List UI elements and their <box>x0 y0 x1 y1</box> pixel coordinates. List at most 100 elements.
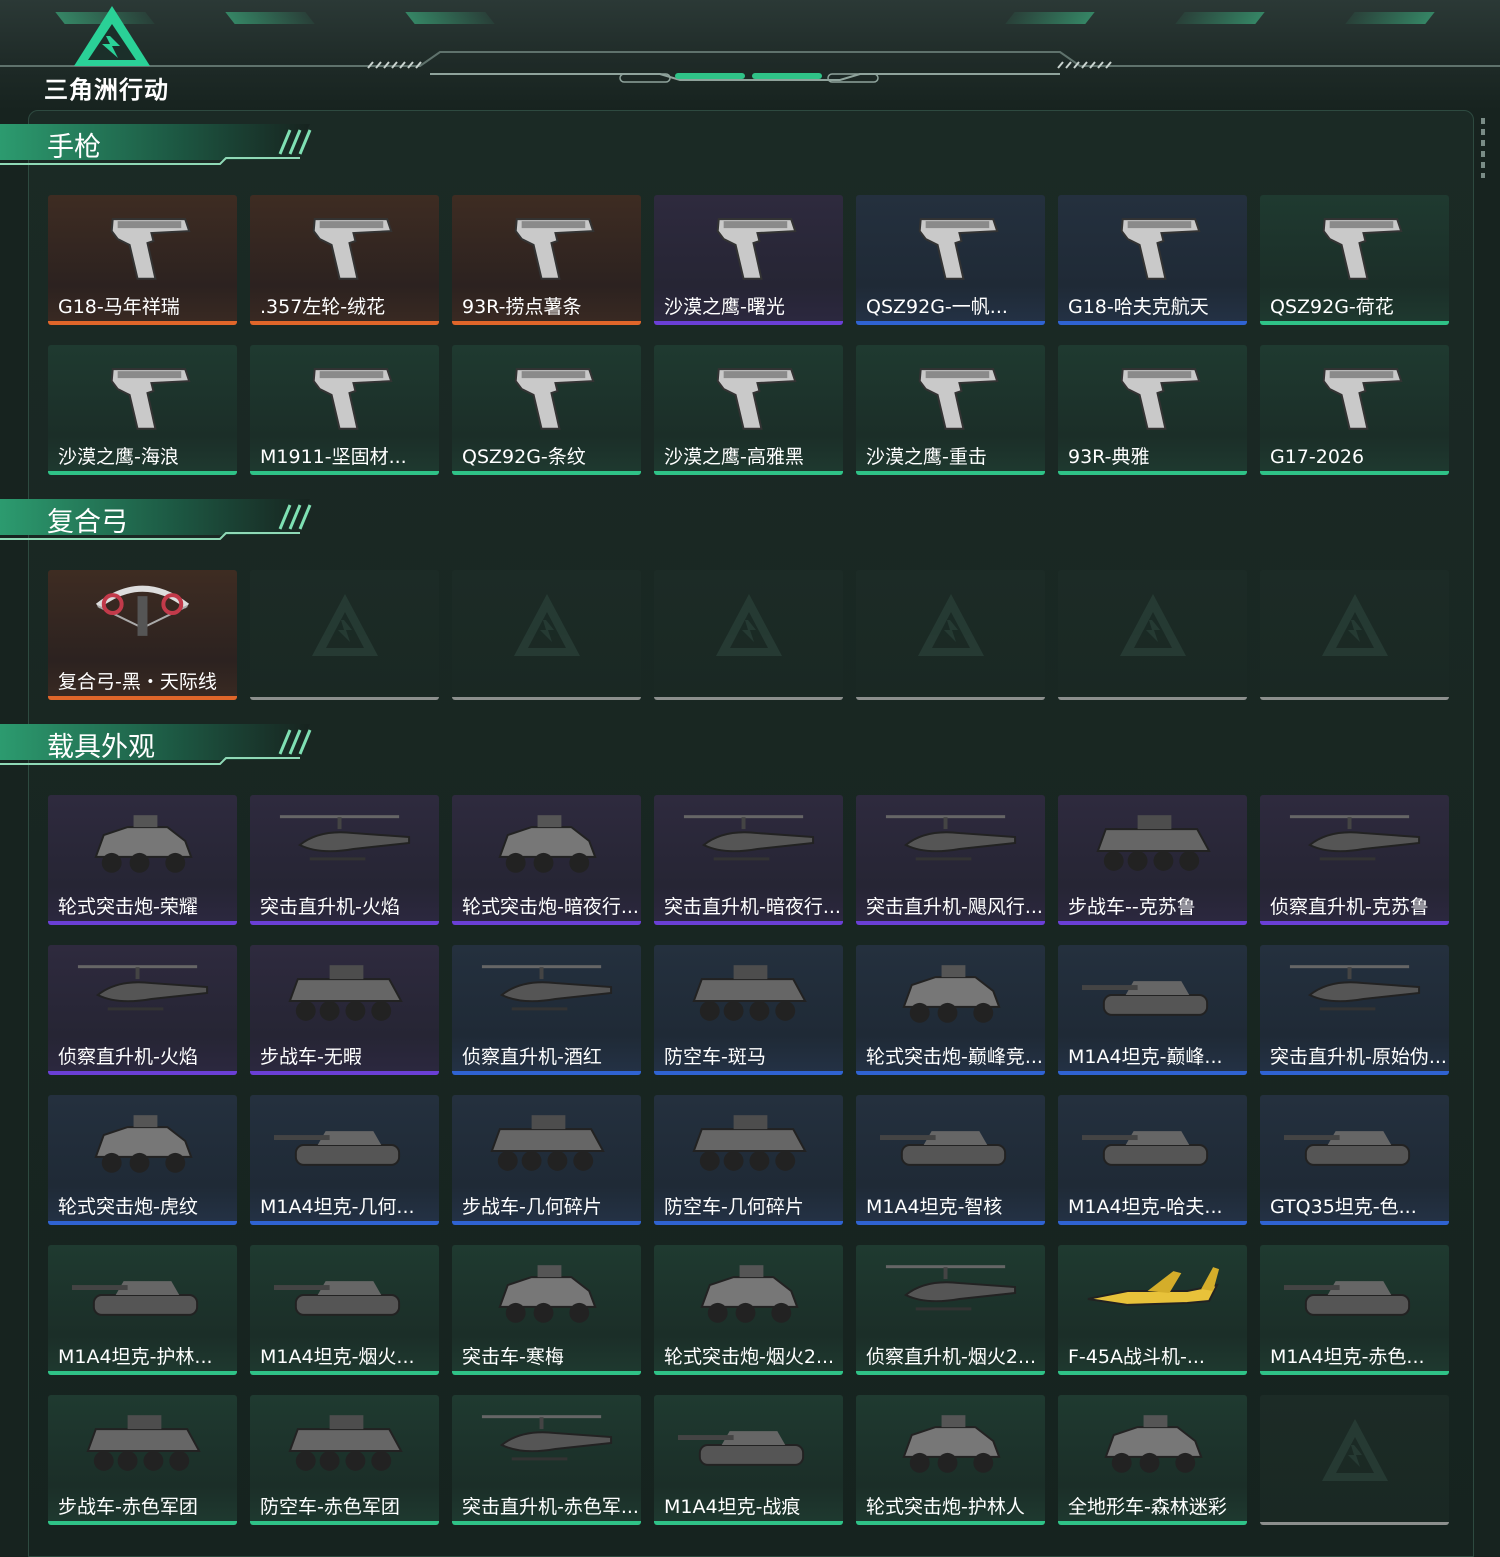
item-card[interactable]: .357左轮-绒花 <box>250 195 439 325</box>
item-card[interactable]: 轮式突击炮-烟火2... <box>654 1245 843 1375</box>
item-card[interactable]: 步战车-赤色军团 <box>48 1395 237 1525</box>
item-card[interactable]: 防空车-斑马 <box>654 945 843 1075</box>
banner-divider <box>0 51 1500 83</box>
item-card[interactable]: 侦察直升机-克苏鲁 <box>1260 795 1449 925</box>
item-card[interactable]: M1A4坦克-赤色... <box>1260 1245 1449 1375</box>
item-card[interactable]: G18-哈夫克航天 <box>1058 195 1247 325</box>
item-card[interactable]: 复合弓-黑・天际线 <box>48 570 237 700</box>
item-card[interactable]: 沙漠之鹰-曙光 <box>654 195 843 325</box>
heli-icon <box>77 965 209 1011</box>
empty-slot <box>856 570 1045 700</box>
item-card[interactable]: 轮式突击炮-暗夜行... <box>452 795 641 925</box>
rarity-bar <box>250 471 439 475</box>
item-label: 步战车-几何碎片 <box>462 1196 602 1218</box>
item-card[interactable]: 轮式突击炮-巅峰竞... <box>856 945 1045 1075</box>
rarity-bar <box>1260 697 1449 700</box>
item-card[interactable]: 轮式突击炮-虎纹 <box>48 1095 237 1225</box>
item-card[interactable]: M1A4坦克-哈夫... <box>1058 1095 1247 1225</box>
vehicle-icon <box>94 1115 193 1173</box>
item-card[interactable]: G18-马年祥瑞 <box>48 195 237 325</box>
rarity-bar <box>856 921 1045 925</box>
item-card[interactable]: M1911-坚固材... <box>250 345 439 475</box>
rarity-bar <box>1260 1221 1449 1225</box>
section-header: 手枪 <box>0 118 330 170</box>
rarity-bar <box>1058 1221 1247 1225</box>
item-card[interactable]: QSZ92G-荷花 <box>1260 195 1449 325</box>
item-card[interactable]: 轮式突击炮-护林人 <box>856 1395 1045 1525</box>
vehicle-icon <box>1104 1415 1203 1473</box>
apc-icon <box>692 965 807 1021</box>
rarity-bar <box>48 321 237 325</box>
item-card[interactable]: 侦察直升机-火焰 <box>48 945 237 1075</box>
item-card[interactable]: 全地形车-森林迷彩 <box>1058 1395 1247 1525</box>
apc-icon <box>1096 815 1211 871</box>
item-label: 轮式突击炮-护林人 <box>866 1496 1025 1518</box>
item-label: M1A4坦克-战痕 <box>664 1496 801 1518</box>
apc-icon <box>490 1115 605 1171</box>
item-card[interactable]: 突击直升机-赤色军... <box>452 1395 641 1525</box>
item-card[interactable]: QSZ92G-一帆... <box>856 195 1045 325</box>
rarity-bar <box>856 1371 1045 1375</box>
rarity-bar <box>452 321 641 325</box>
scroll-indicator[interactable] <box>1481 118 1485 178</box>
item-card[interactable]: M1A4坦克-烟火... <box>250 1245 439 1375</box>
logo-watermark-icon <box>1120 594 1186 656</box>
item-card[interactable]: 突击直升机-暗夜行... <box>654 795 843 925</box>
rarity-bar <box>1058 321 1247 325</box>
bow-icon <box>95 585 190 636</box>
section-header: 复合弓 <box>0 493 330 545</box>
rarity-bar <box>250 697 439 700</box>
item-card[interactable]: 防空车-几何碎片 <box>654 1095 843 1225</box>
item-card[interactable]: QSZ92G-条纹 <box>452 345 641 475</box>
item-card[interactable]: 侦察直升机-酒红 <box>452 945 641 1075</box>
logo-watermark-icon <box>312 594 378 656</box>
item-card[interactable]: 步战车-无暇 <box>250 945 439 1075</box>
item-card[interactable]: 沙漠之鹰-重击 <box>856 345 1045 475</box>
rarity-bar <box>1260 921 1449 925</box>
logo-watermark-icon <box>514 594 580 656</box>
rarity-bar <box>452 1371 641 1375</box>
item-label: M1A4坦克-巅峰... <box>1068 1046 1223 1068</box>
item-card[interactable]: M1A4坦克-智核 <box>856 1095 1045 1225</box>
item-card[interactable]: M1A4坦克-战痕 <box>654 1395 843 1525</box>
item-label: F-45A战斗机-... <box>1068 1346 1205 1368</box>
item-card[interactable]: 侦察直升机-烟火2... <box>856 1245 1045 1375</box>
item-card[interactable]: 沙漠之鹰-海浪 <box>48 345 237 475</box>
item-card[interactable]: 93R-捞点薯条 <box>452 195 641 325</box>
item-label: 侦察直升机-烟火2... <box>866 1346 1037 1368</box>
item-card[interactable]: 步战车--克苏鲁 <box>1058 795 1247 925</box>
item-card[interactable]: M1A4坦克-巅峰... <box>1058 945 1247 1075</box>
item-card[interactable]: 防空车-赤色军团 <box>250 1395 439 1525</box>
item-card[interactable]: GTQ35坦克-色... <box>1260 1095 1449 1225</box>
apc-icon <box>288 965 403 1021</box>
section-header: 载具外观 <box>0 718 330 770</box>
item-label: 步战车-无暇 <box>260 1046 362 1068</box>
item-card[interactable]: M1A4坦克-护林... <box>48 1245 237 1375</box>
item-card[interactable]: 突击直升机-火焰 <box>250 795 439 925</box>
item-label: 防空车-斑马 <box>664 1046 766 1068</box>
item-card[interactable]: 突击车-寒梅 <box>452 1245 641 1375</box>
apc-icon <box>692 1115 807 1171</box>
item-label: 轮式突击炮-巅峰竞... <box>866 1046 1043 1068</box>
tank-icon <box>1081 1131 1209 1166</box>
item-card[interactable]: F-45A战斗机-... <box>1058 1245 1247 1375</box>
item-card[interactable]: 93R-典雅 <box>1058 345 1247 475</box>
item-card[interactable]: 轮式突击炮-荣耀 <box>48 795 237 925</box>
item-card[interactable]: G17-2026 <box>1260 345 1449 475</box>
rarity-bar <box>48 1371 237 1375</box>
rarity-bar <box>48 471 237 475</box>
item-card[interactable]: 突击直升机-飓风行... <box>856 795 1045 925</box>
item-card[interactable]: 步战车-几何碎片 <box>452 1095 641 1225</box>
heli-icon <box>683 815 815 861</box>
item-card[interactable]: 突击直升机-原始伪... <box>1260 945 1449 1075</box>
pistol-icon <box>716 218 797 280</box>
rarity-bar <box>452 1071 641 1075</box>
item-label: 轮式突击炮-烟火2... <box>664 1346 835 1368</box>
heli-icon <box>1289 965 1421 1011</box>
item-card[interactable]: 沙漠之鹰-高雅黑 <box>654 345 843 475</box>
item-label: 步战车-赤色军团 <box>58 1496 198 1518</box>
rarity-bar <box>856 697 1045 700</box>
rarity-bar <box>654 1221 843 1225</box>
item-card[interactable]: M1A4坦克-几何... <box>250 1095 439 1225</box>
rarity-bar <box>654 471 843 475</box>
